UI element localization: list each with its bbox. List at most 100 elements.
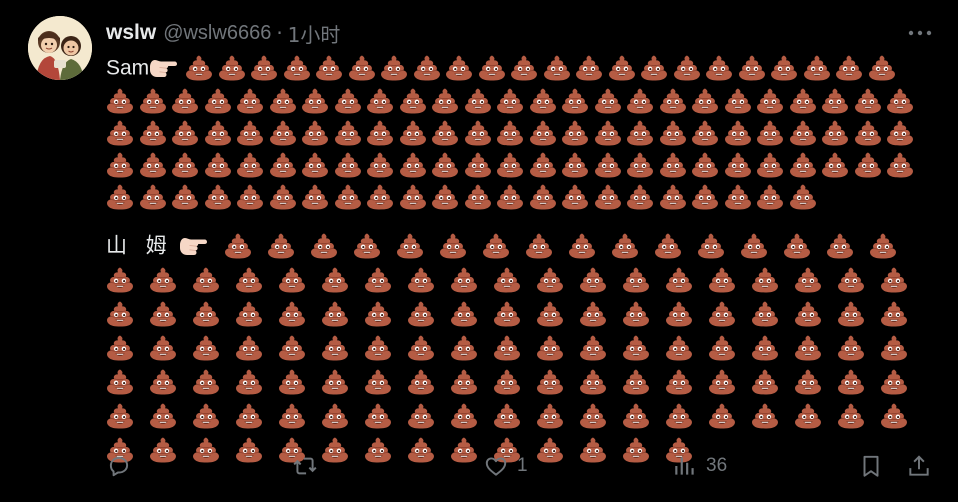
poo-icon [529, 151, 557, 179]
tweet-paragraph-2: 山 姆 [106, 228, 926, 467]
poo-icon [464, 87, 492, 115]
poo-icon [431, 151, 459, 179]
poo-icon [366, 151, 394, 179]
tweet-header: wslw @wslw6666 · 1小时 [106, 18, 340, 48]
retweet-button[interactable] [292, 450, 326, 482]
poo-icon [204, 87, 232, 115]
poo-icon [622, 368, 650, 396]
tweet[interactable]: wslw @wslw6666 · 1小时 Sam 山 姆 1 36 [0, 0, 958, 502]
poo-icon [789, 87, 817, 115]
poo-icon [334, 183, 362, 211]
poo-icon [579, 402, 607, 430]
poo-icon [407, 300, 435, 328]
poo-icon [106, 87, 134, 115]
more-button[interactable] [906, 22, 936, 44]
poo-icon [886, 151, 914, 179]
tweet-text: Sam 山 姆 [106, 52, 926, 212]
poo-icon [724, 87, 752, 115]
poo-icon [579, 300, 607, 328]
poo-icon [171, 183, 199, 211]
poo-icon [854, 151, 882, 179]
poo-icon [783, 232, 811, 260]
poo-icon [659, 151, 687, 179]
poo-icon [622, 334, 650, 362]
poo-icon [724, 151, 752, 179]
retweet-icon [293, 457, 317, 475]
poo-icon [278, 266, 306, 294]
pointing-hand-icon [149, 57, 179, 79]
poo-icon [837, 334, 865, 362]
poo-icon [399, 87, 427, 115]
poo-icon [106, 300, 134, 328]
poo-icon [321, 334, 349, 362]
poo-icon [269, 183, 297, 211]
poo-icon [171, 151, 199, 179]
poo-icon [525, 232, 553, 260]
poo-icon [235, 368, 263, 396]
poo-icon [886, 119, 914, 147]
poo-icon [192, 266, 220, 294]
poo-icon [334, 151, 362, 179]
poo-icon [708, 368, 736, 396]
reply-button[interactable] [106, 450, 140, 482]
poo-icon [334, 119, 362, 147]
poo-icon [740, 232, 768, 260]
poo-icon [789, 151, 817, 179]
poo-icon [364, 266, 392, 294]
avatar[interactable] [28, 16, 92, 80]
poo-icon [493, 266, 521, 294]
poo-icon [278, 334, 306, 362]
poo-icon [496, 119, 524, 147]
poo-icon [751, 368, 779, 396]
poo-icon [665, 334, 693, 362]
poo-icon [665, 402, 693, 430]
poo-icon [880, 266, 908, 294]
poo-icon [561, 151, 589, 179]
poo-icon [364, 368, 392, 396]
poo-icon [640, 54, 668, 82]
poo-icon [106, 183, 134, 211]
user-handle[interactable]: @wslw6666 [163, 22, 271, 45]
reply-icon [109, 456, 129, 477]
poo-icon [321, 368, 349, 396]
like-button[interactable]: 1 [483, 450, 528, 482]
timestamp[interactable]: 1小时 [288, 19, 341, 48]
poo-icon [529, 183, 557, 211]
poo-icon [431, 87, 459, 115]
poo-icon [536, 368, 564, 396]
poo-icon [278, 300, 306, 328]
poo-icon [789, 119, 817, 147]
poo-icon [611, 232, 639, 260]
tweet-word-sam: Sam [106, 56, 150, 80]
bookmark-button[interactable] [858, 450, 884, 482]
poo-icon [450, 266, 478, 294]
poo-icon [139, 87, 167, 115]
poo-icon [510, 54, 538, 82]
poo-icon [106, 402, 134, 430]
poo-icon [139, 151, 167, 179]
poo-icon [301, 119, 329, 147]
bookmark-icon [863, 455, 879, 477]
poo-icon [561, 87, 589, 115]
poo-icon [756, 183, 784, 211]
poo-icon [756, 87, 784, 115]
poo-icon [659, 87, 687, 115]
poo-icon [826, 232, 854, 260]
share-button[interactable] [906, 450, 932, 482]
poo-icon [536, 266, 564, 294]
poo-icon [192, 368, 220, 396]
poo-icon [705, 54, 733, 82]
views-button[interactable]: 36 [672, 450, 727, 482]
display-name[interactable]: wslw [106, 21, 156, 45]
poo-icon [536, 402, 564, 430]
poo-icon [185, 54, 213, 82]
poo-icon [366, 87, 394, 115]
poo-icon [192, 402, 220, 430]
poo-icon [561, 183, 589, 211]
poo-icon [854, 119, 882, 147]
poo-icon [869, 232, 897, 260]
poo-icon [496, 151, 524, 179]
poo-icon [310, 232, 338, 260]
poo-icon [594, 87, 622, 115]
more-icon [908, 30, 932, 36]
